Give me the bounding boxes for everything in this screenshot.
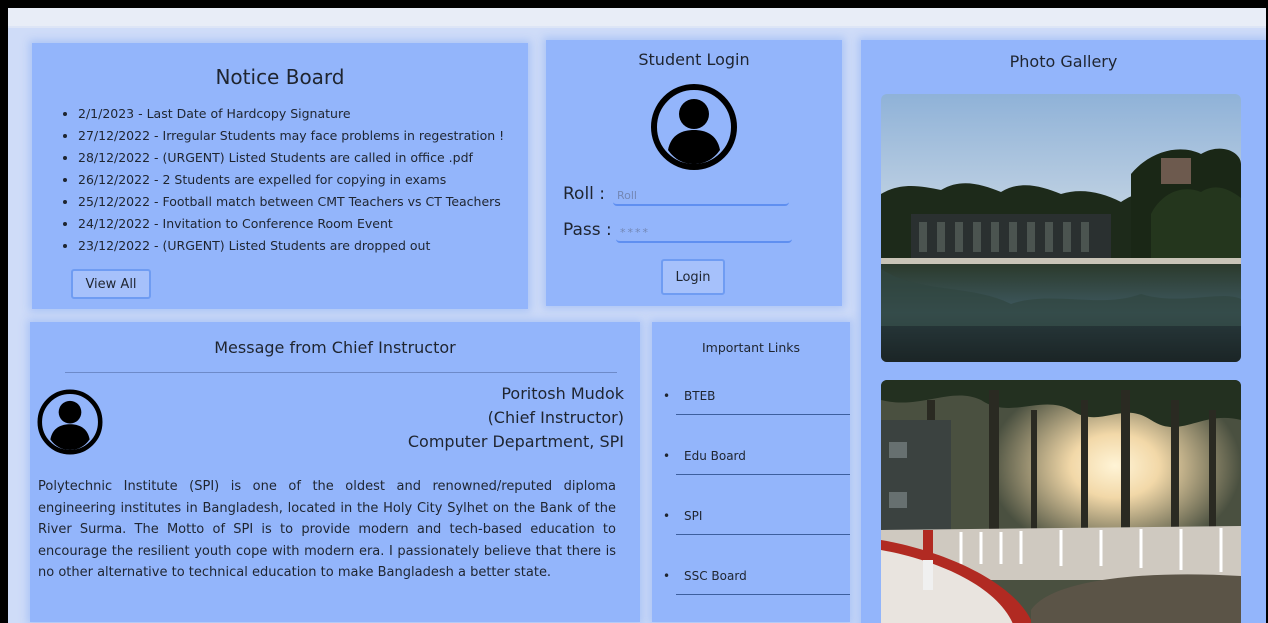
bullet: •: [663, 509, 671, 523]
important-links-panel: Important Links • BTEB • Edu Board • SPI…: [652, 322, 850, 622]
divider: [65, 372, 617, 373]
roll-input[interactable]: [613, 186, 789, 206]
bullet: •: [663, 389, 671, 403]
page-frame: Notice Board 2/1/2023 - Last Date of Har…: [8, 8, 1266, 623]
student-login-panel: Student Login Roll : Pass : Login: [546, 40, 842, 306]
view-all-button[interactable]: View All: [71, 269, 151, 299]
notice-item[interactable]: 25/12/2022 - Football match between CMT …: [78, 191, 504, 213]
link-item-edu-board[interactable]: • Edu Board: [663, 446, 850, 475]
link-edu-board[interactable]: Edu Board: [684, 449, 746, 463]
bullet: •: [663, 569, 671, 583]
message-body: Polytechnic Institute (SPI) is one of th…: [38, 479, 616, 580]
top-bar: [8, 8, 1266, 28]
message-title: Message from Chief Instructor: [214, 338, 456, 357]
login-button[interactable]: Login: [661, 259, 725, 295]
notice-item[interactable]: 2/1/2023 - Last Date of Hardcopy Signatu…: [78, 103, 504, 125]
notice-list: 2/1/2023 - Last Date of Hardcopy Signatu…: [60, 103, 504, 257]
instructor-role: (Chief Instructor): [487, 408, 624, 427]
password-input[interactable]: [616, 223, 792, 243]
lake-campus-photo[interactable]: [881, 94, 1241, 362]
roll-label: Roll :: [563, 184, 606, 204]
pass-label: Pass :: [563, 220, 612, 240]
notice-board-title: Notice Board: [215, 65, 345, 89]
notice-board-panel: Notice Board 2/1/2023 - Last Date of Har…: [32, 43, 528, 309]
photo-gallery-panel: Photo Gallery: [861, 40, 1266, 623]
user-avatar-icon: [649, 82, 739, 176]
link-item-bteb[interactable]: • BTEB: [663, 386, 850, 415]
chief-message-panel: Message from Chief Instructor Poritosh M…: [30, 322, 640, 622]
gallery-title: Photo Gallery: [1009, 52, 1118, 71]
notice-item[interactable]: 26/12/2022 - 2 Students are expelled for…: [78, 169, 504, 191]
notice-item[interactable]: 23/12/2022 - (URGENT) Listed Students ar…: [78, 235, 504, 257]
bullet: •: [663, 449, 671, 463]
instructor-name: Poritosh Mudok: [501, 384, 624, 403]
instructor-avatar-icon: [36, 388, 104, 460]
instructor-department: Computer Department, SPI: [407, 432, 624, 451]
link-ssc-board[interactable]: SSC Board: [684, 569, 747, 583]
link-bteb[interactable]: BTEB: [684, 389, 715, 403]
notice-item[interactable]: 24/12/2022 - Invitation to Conference Ro…: [78, 213, 504, 235]
link-item-spi[interactable]: • SPI: [663, 506, 850, 535]
notice-item[interactable]: 27/12/2022 - Irregular Students may face…: [78, 125, 504, 147]
links-title: Important Links: [701, 340, 801, 355]
login-title: Student Login: [638, 50, 750, 69]
notice-item[interactable]: 28/12/2022 - (URGENT) Listed Students ar…: [78, 147, 504, 169]
link-spi[interactable]: SPI: [684, 509, 702, 523]
link-item-ssc-board[interactable]: • SSC Board: [663, 566, 850, 595]
sunset-trees-walkway-photo[interactable]: [881, 380, 1241, 623]
